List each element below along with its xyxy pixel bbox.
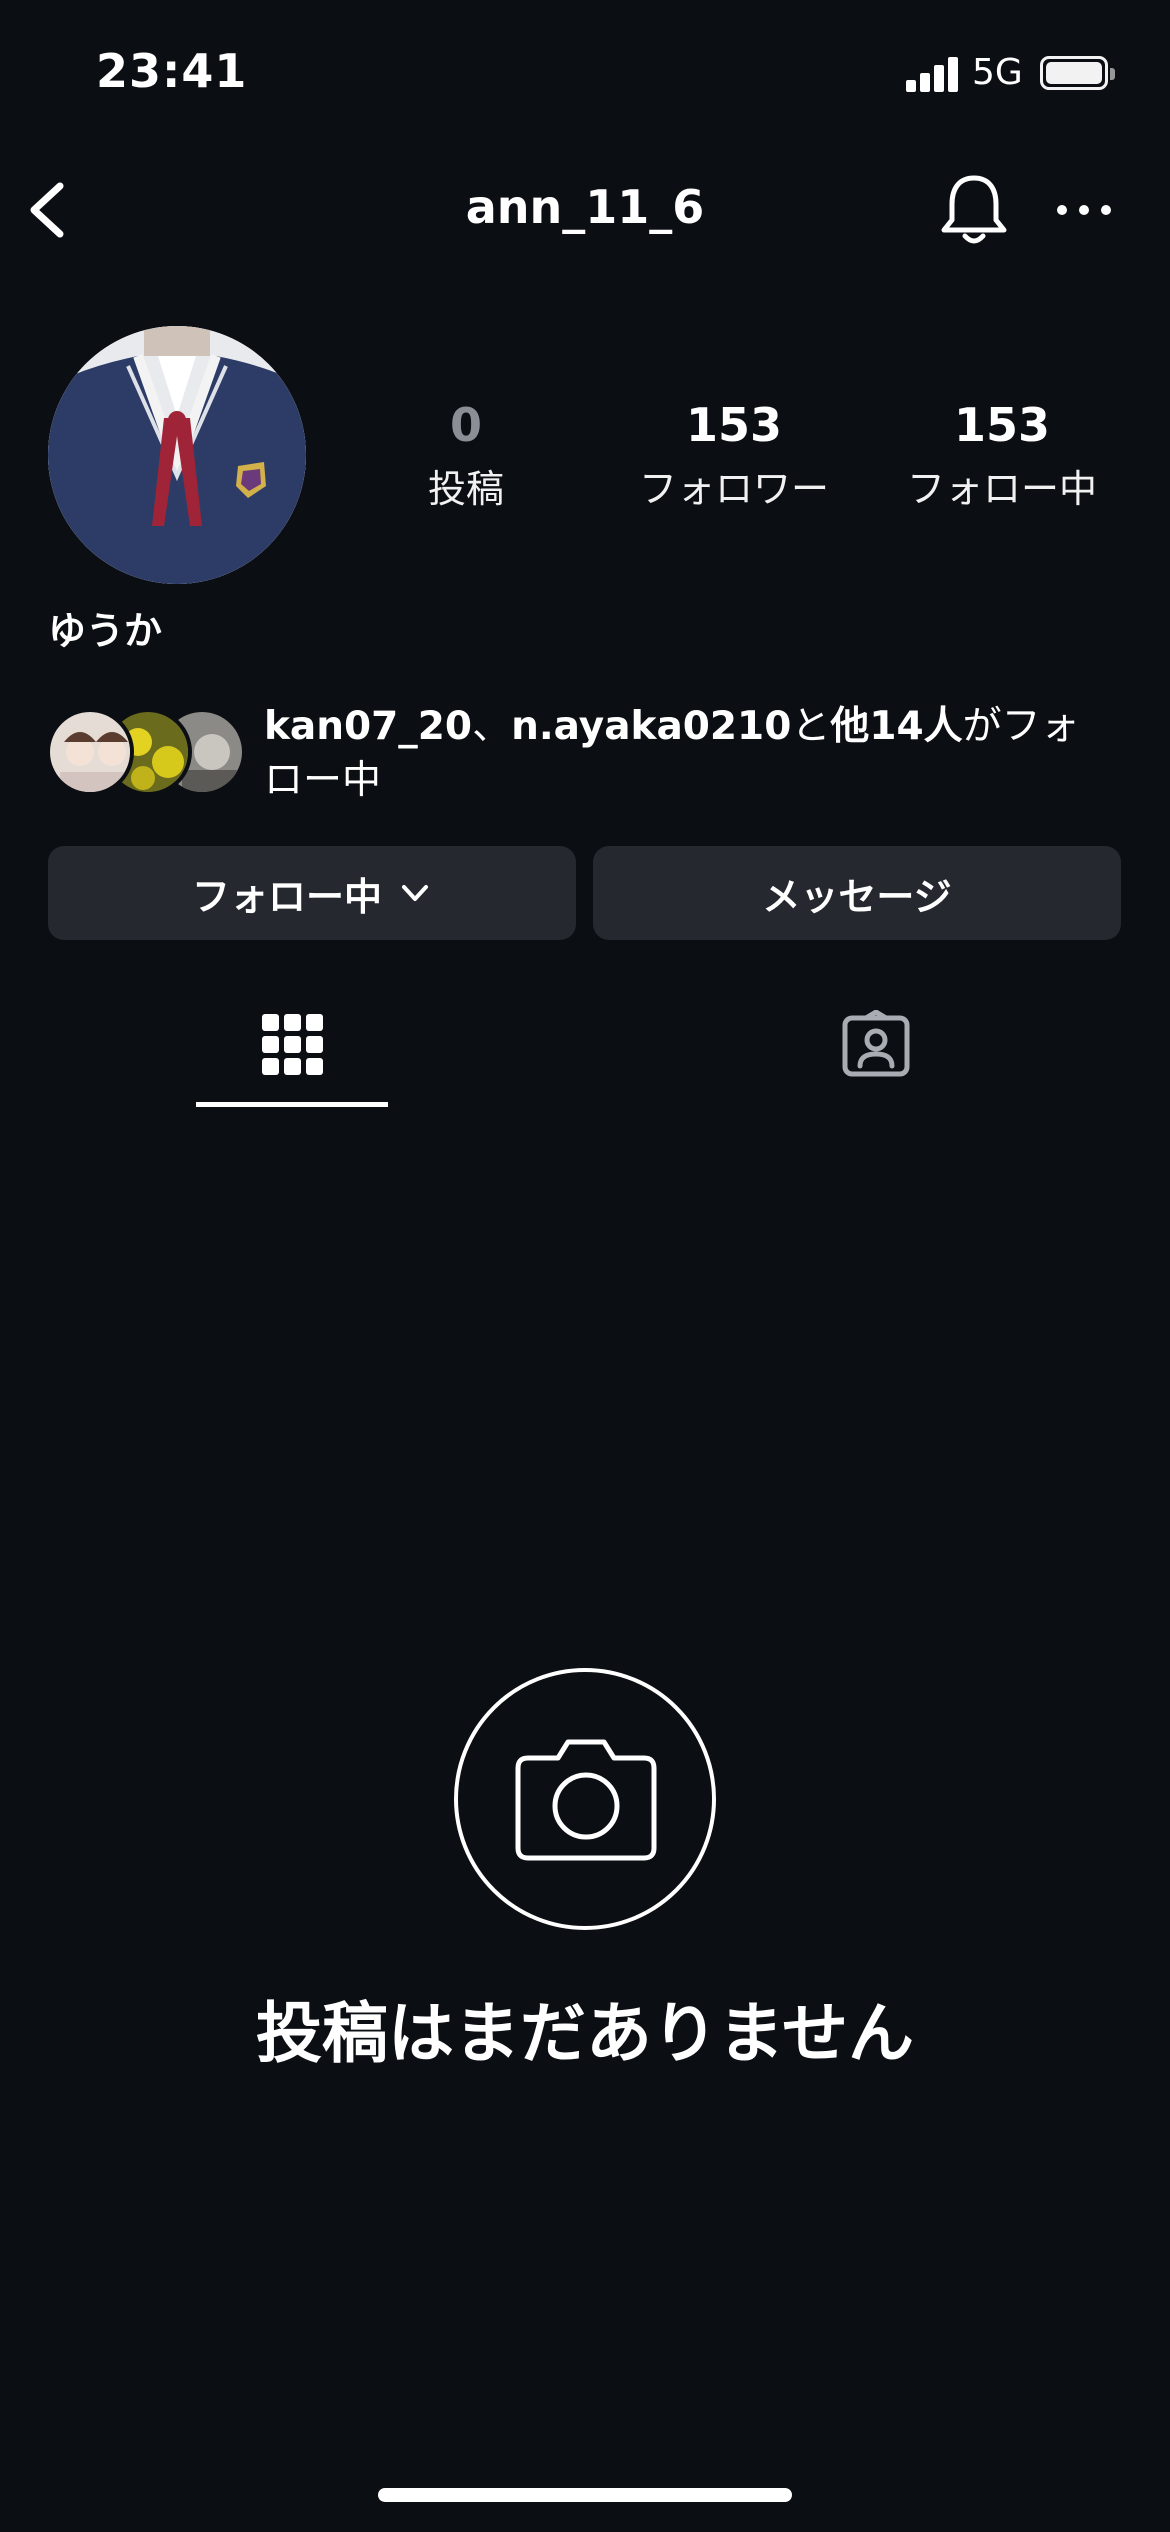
more-icon	[1057, 205, 1111, 215]
posts-label: 投稿	[427, 467, 504, 511]
camera-icon	[515, 1739, 657, 1861]
tab-tagged[interactable]	[780, 990, 972, 1110]
mutual-user-2[interactable]: n.ayaka0210	[511, 704, 791, 749]
stat-following[interactable]: 153 フォロー中	[892, 398, 1112, 513]
separator: 、	[472, 704, 512, 749]
more-options-button[interactable]	[1052, 190, 1116, 230]
notification-button[interactable]	[936, 170, 1012, 250]
mutual-others[interactable]: 他14人	[830, 704, 962, 749]
tagged-icon	[842, 1010, 910, 1077]
followers-count: 153	[685, 398, 783, 452]
following-button-label: フォロー中	[191, 874, 382, 919]
bell-icon	[941, 175, 1007, 244]
mutual-followers-text[interactable]: kan07_20、n.ayaka0210と他14人がフォロー中	[264, 700, 1114, 808]
posts-count: 0	[449, 398, 482, 452]
following-label: フォロー中	[906, 467, 1097, 511]
connector-text: と	[791, 704, 831, 749]
display-name: ゆうか	[48, 609, 163, 653]
empty-state-text: 投稿はまだありません	[255, 1995, 915, 2072]
following-count: 153	[953, 398, 1051, 452]
status-bar: 23:41 5G	[0, 0, 1170, 150]
status-time: 23:41	[96, 44, 248, 98]
message-button-label: メッセージ	[762, 874, 952, 919]
mutual-avatar	[46, 708, 134, 796]
tab-posts-grid[interactable]	[196, 990, 388, 1110]
mutual-user-1[interactable]: kan07_20	[264, 704, 472, 749]
avatar[interactable]	[48, 326, 306, 584]
profile-header: ann_11_6	[0, 150, 1170, 270]
stat-followers[interactable]: 153 フォロワー	[624, 398, 844, 513]
followers-label: フォロワー	[638, 467, 829, 511]
grid-icon	[262, 1014, 323, 1075]
signal-icon	[906, 56, 962, 92]
active-tab-indicator	[196, 1102, 388, 1107]
home-indicator[interactable]	[378, 2488, 792, 2502]
network-type: 5G	[972, 52, 1023, 93]
battery-icon	[1040, 56, 1115, 90]
mutual-followers-avatars[interactable]	[46, 708, 246, 798]
stat-posts: 0 投稿	[356, 398, 576, 513]
message-button[interactable]: メッセージ	[593, 846, 1121, 940]
following-button[interactable]: フォロー中	[48, 846, 576, 940]
empty-state-icon	[454, 1668, 716, 1930]
profile-photo	[48, 326, 306, 584]
chevron-down-icon	[402, 885, 428, 901]
